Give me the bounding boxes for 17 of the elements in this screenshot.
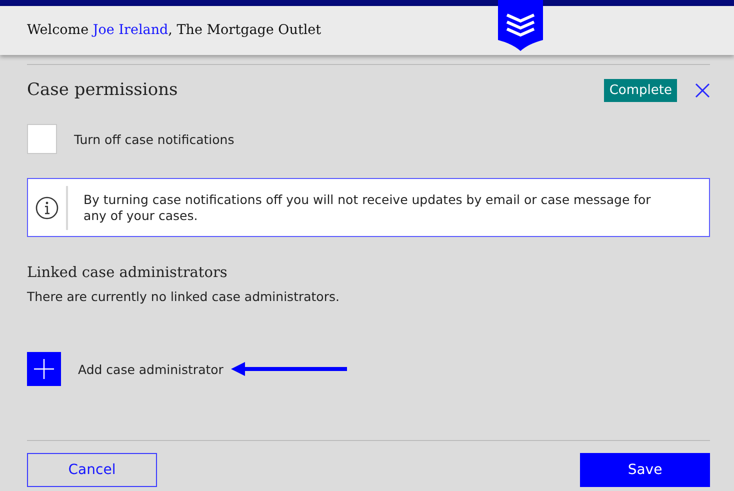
- add-label[interactable]: Add case administrator: [78, 362, 224, 376]
- section-heading: Linked case administrators: [27, 265, 228, 281]
- save-button[interactable]: Save: [580, 453, 710, 487]
- close-icon[interactable]: [695, 82, 710, 98]
- plus-icon: [34, 359, 54, 379]
- empty-message: There are currently no linked case administrators.: [27, 289, 340, 304]
- info-icon: [35, 196, 60, 220]
- checkbox-label: Turn off case notifications: [74, 132, 234, 146]
- info-text: By turning case notifications off you will not receive updates by email or case message for any of your cases.: [82, 192, 652, 224]
- panel-title: Case permissions: [27, 80, 179, 100]
- checkbox[interactable]: [27, 124, 57, 154]
- add-button[interactable]: [27, 352, 61, 386]
- status-badge: Complete: [604, 78, 677, 102]
- cancel-button[interactable]: Cancel: [27, 453, 157, 487]
- user-link[interactable]: Joe Ireland: [92, 22, 168, 38]
- logo-icon: [498, 0, 543, 51]
- welcome-text: Welcome Joe Ireland, The Mortgage Outlet: [27, 22, 322, 38]
